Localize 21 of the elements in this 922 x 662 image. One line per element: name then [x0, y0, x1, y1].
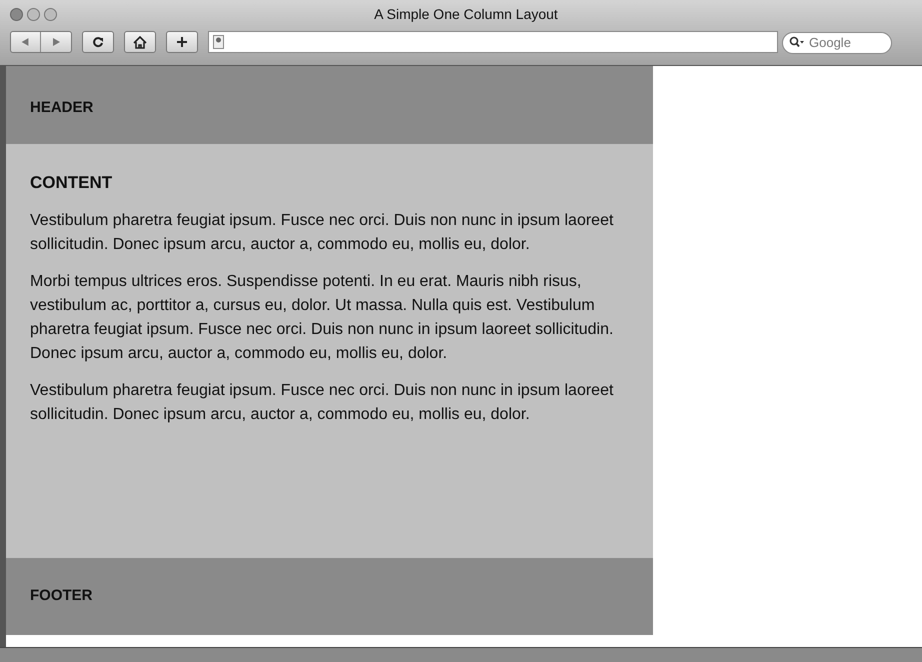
plus-icon — [176, 36, 188, 48]
minimize-icon[interactable] — [27, 8, 40, 20]
content-heading: CONTENT — [30, 172, 114, 194]
search-field[interactable]: Google — [782, 32, 892, 54]
paragraph: Vestibulum pharetra feugiat ipsum. Fusce nec orci. Duis non nunc in ipsum laoreet sollicitudin. Donec ipsum arcu, auctor a, commodo eu, mollis eu, dolor. — [30, 210, 614, 254]
paragraph: Vestibulum pharetra feugiat ipsum. Fusce nec orci. Duis non nunc in ipsum laoreet sollicitudin. Donec ipsum arcu, auctor a, commodo eu, mollis eu, dolor. — [30, 380, 614, 424]
home-button[interactable] — [124, 31, 156, 53]
footer-label: FOOTER — [30, 586, 92, 606]
address-field[interactable] — [208, 31, 778, 53]
reload-icon — [92, 36, 104, 48]
header-label: HEADER — [30, 98, 94, 118]
page-icon — [213, 35, 224, 49]
window-title: A Simple One Column Layout — [374, 4, 558, 24]
back-forward-button[interactable] — [10, 31, 72, 53]
add-bookmark-button[interactable] — [166, 31, 198, 53]
paragraph: Morbi tempus ultrices eros. Suspendisse potenti. In eu erat. Mauris nibh risus, vestibulum ac, porttitor a, cursus eu, dolor. Ut massa. Nulla quis est. Vestibulum pharetra feugiat ipsum. Fusce nec orci. Duis non nunc in ipsum laoreet sollicitudin. Donec ipsum arcu, auctor a, commodo eu, mollis eu, dolor. — [30, 272, 614, 364]
reload-button[interactable] — [82, 31, 114, 53]
close-icon[interactable] — [10, 8, 23, 20]
home-icon — [133, 36, 147, 48]
search-icon — [789, 36, 805, 48]
zoom-icon[interactable] — [44, 8, 57, 20]
